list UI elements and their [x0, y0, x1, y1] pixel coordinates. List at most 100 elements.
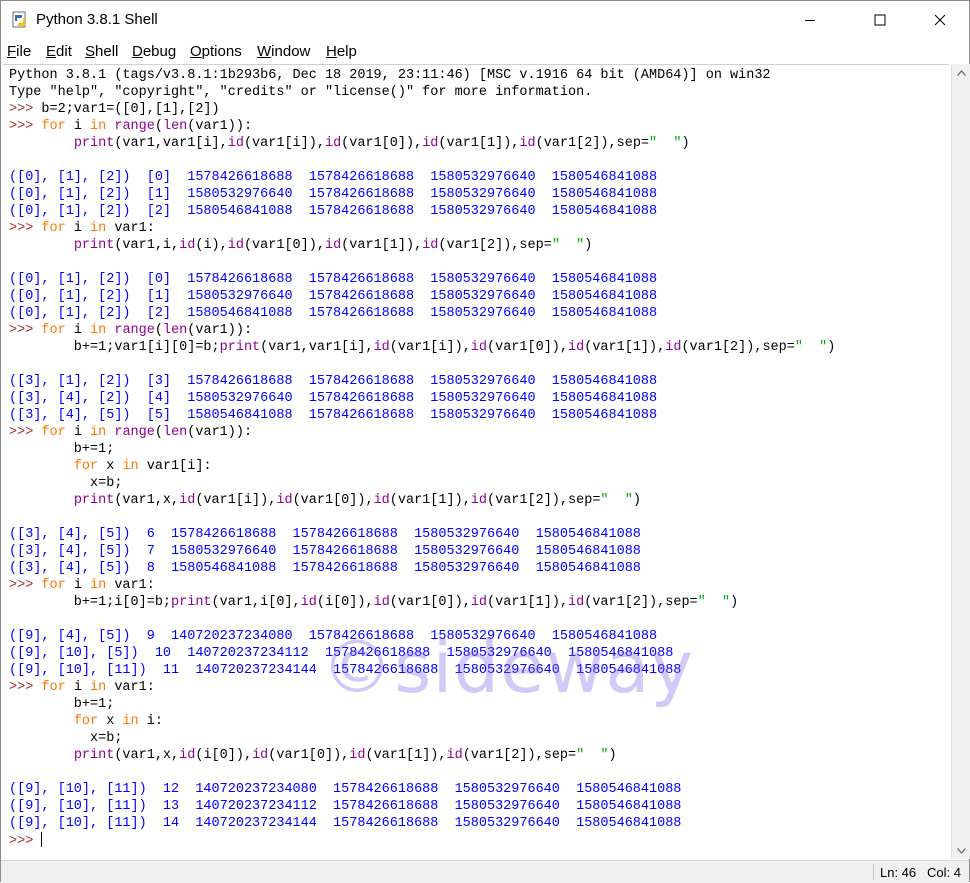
console-text: ([9], [4], [5]) 9 140720237234080 157842… — [9, 629, 658, 644]
menu-options[interactable]: Options — [190, 43, 242, 60]
console-text: ) — [827, 340, 836, 355]
console-text: x — [98, 459, 123, 474]
console-line: ([9], [10], [5]) 10 140720237234112 1578… — [9, 645, 835, 662]
console-line: >>> for i in range(len(var1)): — [9, 322, 835, 339]
console-line: print(var1,x,id(i[0]),id(var1[0]),id(var… — [9, 747, 835, 764]
console-text: Type "help", "copyright", "credits" or "… — [9, 85, 593, 100]
console-text: i: — [138, 714, 163, 729]
console-line: >>> b=2;var1=([0],[1],[2]) — [9, 101, 835, 118]
console-text: for — [41, 680, 66, 695]
console-text: " " — [697, 595, 731, 610]
console-line: >>> for i in var1: — [9, 220, 835, 237]
console-line: ([9], [10], [11]) 11 140720237234144 157… — [9, 662, 835, 679]
console-text: print — [73, 748, 115, 763]
console-text: (var1[2]),sep= — [462, 748, 577, 763]
console-text: for — [41, 425, 66, 440]
menu-edit[interactable]: Edit — [46, 43, 72, 60]
console-text: ([0], [1], [2]) [2] 1580546841088 157842… — [9, 204, 658, 219]
console-text: (i), — [195, 238, 228, 253]
chevron-down-icon — [956, 847, 966, 854]
maximize-button[interactable] — [857, 1, 903, 39]
console-text: ([0], [1], [2]) [0] 1578426618688 157842… — [9, 272, 658, 287]
menu-window[interactable]: Window — [257, 43, 310, 60]
console-text: (var1[2]),sep= — [681, 340, 795, 355]
console-text: id — [470, 493, 487, 508]
console-text: (var1[i]), — [243, 136, 325, 151]
shell-text-area[interactable]: Python 3.8.1 (tags/v3.8.1:1b293b6, Dec 1… — [3, 64, 949, 860]
console-text: i — [65, 680, 91, 695]
chevron-up-icon — [956, 69, 966, 76]
console-text: (var1,var1[i], — [114, 136, 228, 151]
minimize-button[interactable] — [787, 1, 833, 39]
console-text: id — [470, 595, 488, 610]
console-text: in — [90, 119, 107, 134]
menu-file[interactable]: File — [7, 43, 31, 60]
scroll-down-button[interactable] — [952, 842, 970, 859]
console-text: in — [90, 578, 107, 593]
console-text: id — [422, 238, 439, 253]
console-text: " " — [649, 136, 682, 151]
console-text: ) — [632, 493, 641, 508]
console-text: ([0], [1], [2]) [1] 1580532976640 157842… — [9, 289, 658, 304]
python-idle-icon — [12, 11, 26, 28]
console-line: >>> — [9, 832, 835, 849]
console-text: for — [73, 459, 99, 474]
console-text: range — [114, 119, 155, 134]
console-text: x=b; — [9, 476, 123, 491]
menu-help[interactable]: Help — [326, 43, 357, 60]
console-text: in — [122, 459, 139, 474]
vertical-scrollbar[interactable] — [951, 64, 970, 859]
console-text: (var1[2]),sep= — [535, 136, 650, 151]
console-text: id — [276, 493, 293, 508]
console-text: range — [114, 323, 155, 338]
menu-shell[interactable]: Shell — [85, 43, 118, 60]
console-text: ([9], [10], [11]) 14 140720237234144 157… — [9, 816, 682, 831]
console-text: i — [65, 425, 91, 440]
console-text: " " — [576, 748, 609, 763]
console-text: ) — [730, 595, 739, 610]
console-text: id — [373, 595, 390, 610]
status-bar: Ln: 46 Col: 4 — [1, 860, 969, 883]
console-text: (var1[2]),sep= — [584, 595, 698, 610]
console-text: for — [41, 578, 66, 593]
console-line: ([0], [1], [2]) [0] 1578426618688 157842… — [9, 169, 835, 186]
menu-debug[interactable]: Debug — [132, 43, 176, 60]
status-divider — [873, 864, 874, 880]
console-text: (var1[1]), — [365, 748, 447, 763]
console-line: ([0], [1], [2]) [0] 1578426618688 157842… — [9, 271, 835, 288]
console-text: (var1[1]), — [487, 595, 569, 610]
console-text: id — [665, 340, 682, 355]
console-line: ([0], [1], [2]) [2] 1580546841088 157842… — [9, 305, 835, 322]
console-text: ([9], [10], [11]) 13 140720237234112 157… — [9, 799, 682, 814]
console-line: ([3], [1], [2]) [3] 1578426618688 157842… — [9, 373, 835, 390]
console-text: (var1[0]), — [292, 493, 374, 508]
console-line: ([3], [4], [5]) 7 1580532976640 15784266… — [9, 543, 835, 560]
console-text: ) — [584, 238, 593, 253]
console-text: >>> — [9, 834, 42, 849]
scroll-up-button[interactable] — [952, 64, 970, 81]
console-text: (var1[1]), — [341, 238, 423, 253]
console-text: i — [65, 119, 91, 134]
close-button[interactable] — [917, 1, 963, 39]
console-line: x=b; — [9, 730, 835, 747]
console-text: len — [162, 425, 188, 440]
title-bar[interactable]: Python 3.8.1 Shell — [1, 1, 969, 39]
console-text: i — [65, 578, 91, 593]
console-text: ( — [154, 323, 163, 338]
console-text: " " — [794, 340, 828, 355]
console-line: >>> for i in var1: — [9, 577, 835, 594]
console-text: (var1[0]), — [243, 238, 325, 253]
console-line: ([0], [1], [2]) [1] 1580532976640 157842… — [9, 186, 835, 203]
console-text: ([9], [10], [11]) 12 140720237234080 157… — [9, 782, 682, 797]
console-line: print(var1,x,id(var1[i]),id(var1[0]),id(… — [9, 492, 835, 509]
console-text: ( — [154, 425, 163, 440]
console-text: >>> — [9, 119, 42, 134]
console-text: ([0], [1], [2]) [0] 1578426618688 157842… — [9, 170, 658, 185]
console-text: (var1,x, — [114, 493, 180, 508]
